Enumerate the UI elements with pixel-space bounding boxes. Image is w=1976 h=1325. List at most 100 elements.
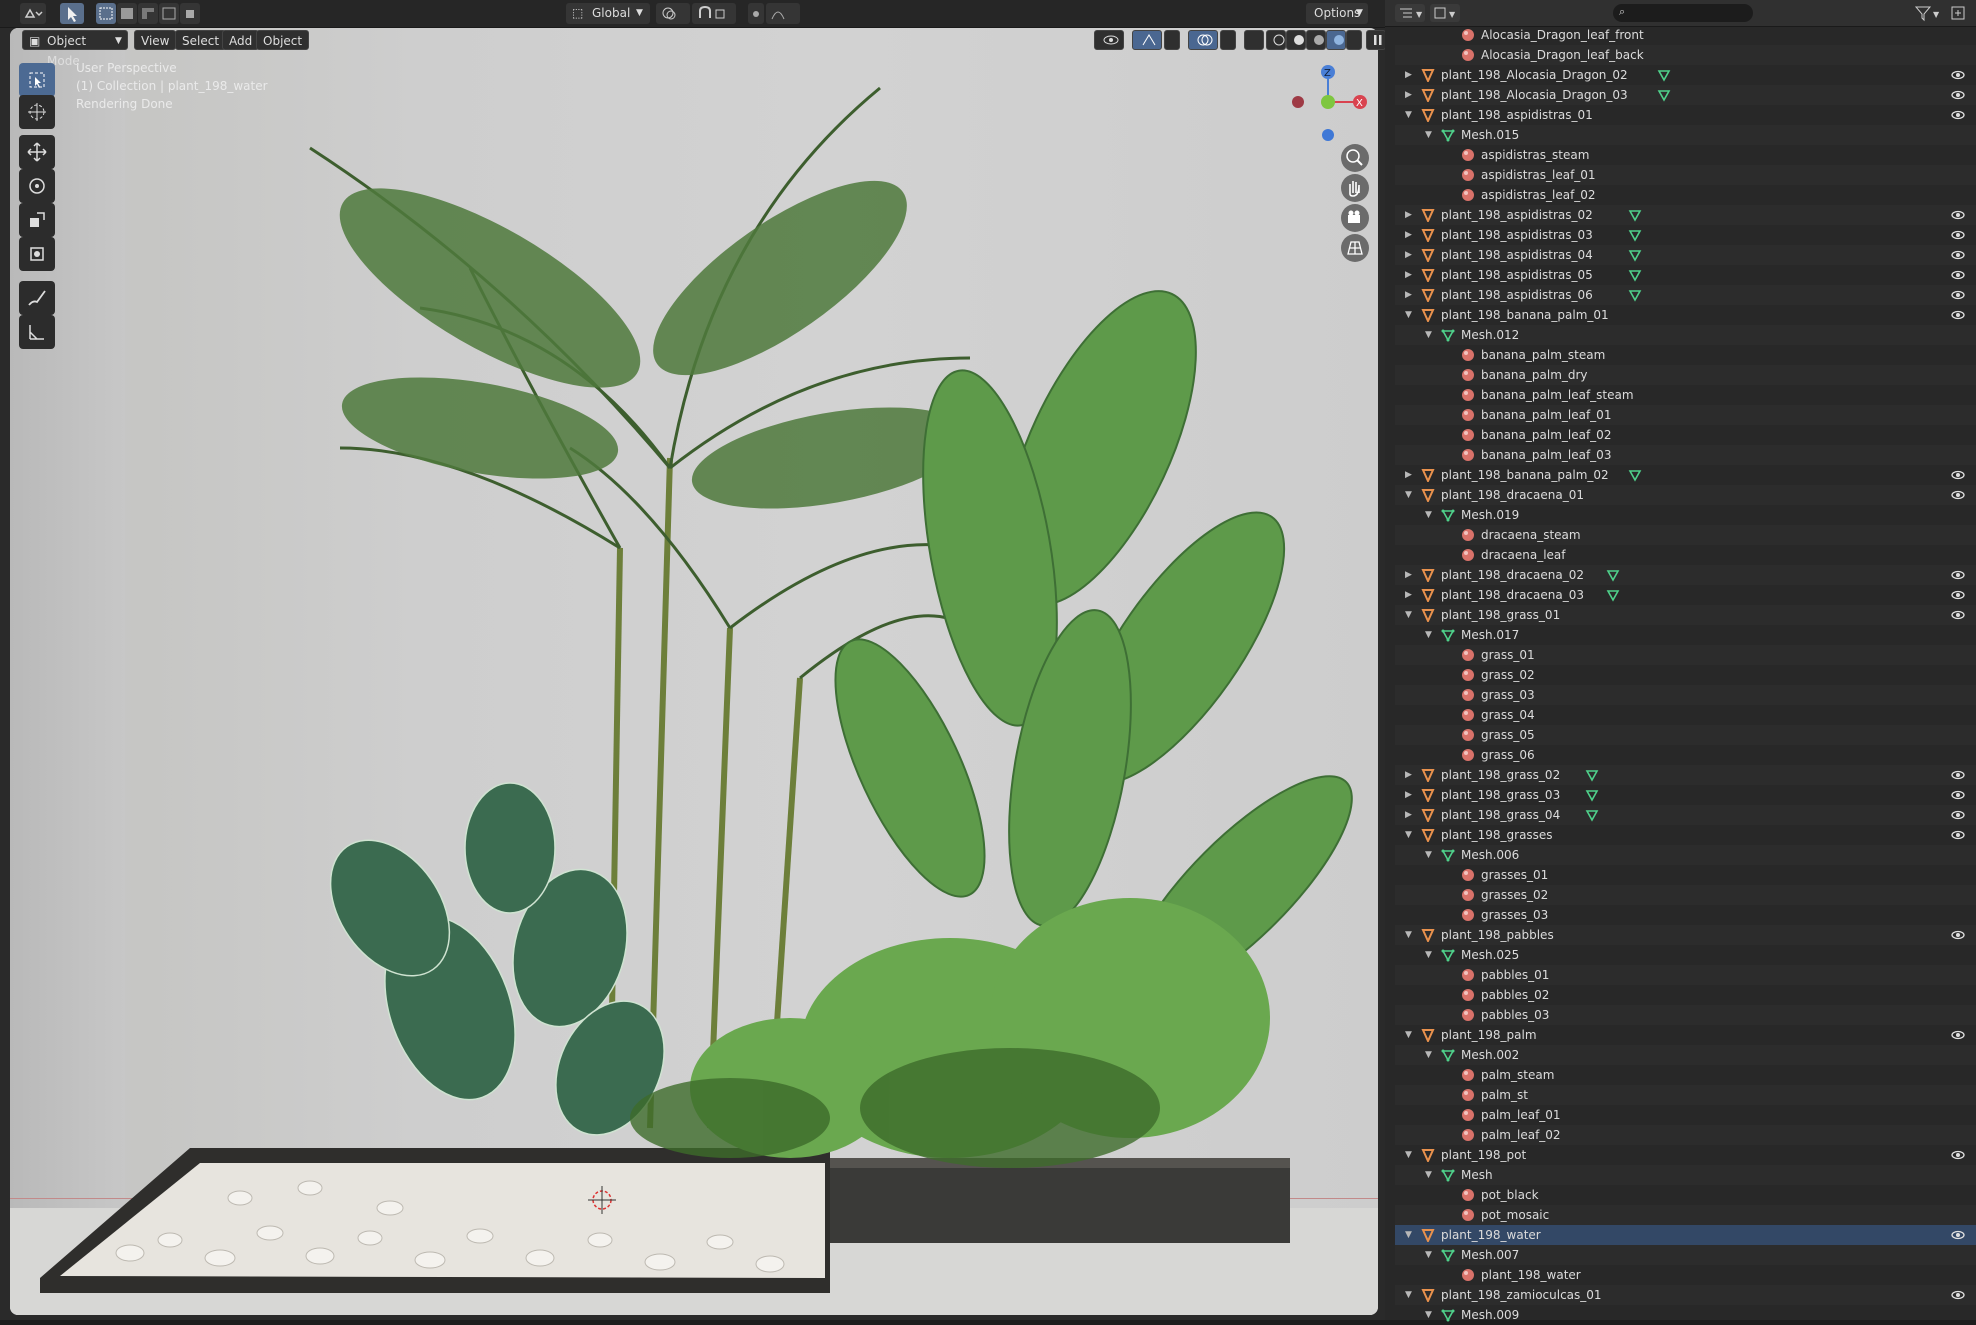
outliner-row-object[interactable]: ▼ plant_198_grasses <box>1395 825 1976 845</box>
eye-icon[interactable] <box>1951 209 1965 221</box>
new-collection-icon[interactable] <box>1949 4 1969 22</box>
outliner-row-object[interactable]: ▼ plant_198_zamioculcas_01 <box>1395 1285 1976 1305</box>
eye-icon[interactable] <box>1951 229 1965 241</box>
outliner-row-object[interactable]: ▶ plant_198_banana_palm_02 <box>1395 465 1976 485</box>
outliner-row-mesh[interactable]: ▼ Mesh.025 <box>1395 945 1976 965</box>
mesh-data-icon[interactable] <box>1606 568 1620 582</box>
shading-solid-icon[interactable] <box>1286 30 1306 50</box>
transform-orientation-dropdown[interactable]: ⬚ Global ▼ <box>566 3 650 24</box>
outliner-row-mesh[interactable]: ▼ Mesh.015 <box>1395 125 1976 145</box>
outliner-row-mesh[interactable]: ▼ Mesh.017 <box>1395 625 1976 645</box>
outliner-row-material[interactable]: plant_198_water <box>1395 1265 1976 1285</box>
eye-icon[interactable] <box>1951 309 1965 321</box>
eye-icon[interactable] <box>1951 789 1965 801</box>
outliner-row-object[interactable]: ▶ plant_198_Alocasia_Dragon_02 <box>1395 65 1976 85</box>
move-icon[interactable] <box>19 135 55 169</box>
outliner-search-input[interactable]: ⌕ <box>1613 4 1753 22</box>
mesh-data-icon[interactable] <box>1628 468 1642 482</box>
eye-icon[interactable] <box>1951 769 1965 781</box>
eye-icon[interactable] <box>1951 69 1965 81</box>
filter-icon[interactable]: ▼ <box>1913 4 1943 22</box>
mesh-data-icon[interactable] <box>1628 288 1642 302</box>
expand-arrow-icon[interactable]: ▶ <box>1405 245 1412 265</box>
collapse-arrow-icon[interactable]: ▼ <box>1405 1145 1412 1165</box>
xray-icon[interactable] <box>1244 30 1264 50</box>
select-intersect-icon[interactable] <box>180 3 200 24</box>
options-dropdown[interactable]: Options ▼ <box>1306 3 1368 24</box>
outliner-row-material[interactable]: grass_01 <box>1395 645 1976 665</box>
gizmo-toggle-icon[interactable] <box>1132 30 1162 50</box>
collapse-arrow-icon[interactable]: ▼ <box>1405 105 1412 125</box>
outliner-row-material[interactable]: banana_palm_leaf_02 <box>1395 425 1976 445</box>
outliner-row-material[interactable]: palm_leaf_02 <box>1395 1125 1976 1145</box>
eye-icon[interactable] <box>1951 289 1965 301</box>
outliner-row-mesh[interactable]: ▼ Mesh.007 <box>1395 1245 1976 1265</box>
outliner-row-material[interactable]: banana_palm_leaf_steam <box>1395 385 1976 405</box>
select-invert-icon[interactable] <box>159 3 179 24</box>
expand-arrow-icon[interactable]: ▶ <box>1405 765 1412 785</box>
outliner-row-material[interactable]: pabbles_01 <box>1395 965 1976 985</box>
eye-icon[interactable] <box>1951 1029 1965 1041</box>
filter-view-icon[interactable]: ▼ <box>1430 4 1460 22</box>
collapse-arrow-icon[interactable]: ▼ <box>1405 605 1412 625</box>
outliner-row-material[interactable]: banana_palm_dry <box>1395 365 1976 385</box>
outliner-row-object[interactable]: ▼ plant_198_dracaena_01 <box>1395 485 1976 505</box>
eye-icon[interactable] <box>1951 609 1965 621</box>
outliner-row-object[interactable]: ▼ plant_198_aspidistras_01 <box>1395 105 1976 125</box>
outliner-row-object[interactable]: ▶ plant_198_dracaena_02 <box>1395 565 1976 585</box>
expand-arrow-icon[interactable]: ▶ <box>1405 285 1412 305</box>
outliner-row-object[interactable]: ▼ plant_198_palm <box>1395 1025 1976 1045</box>
outliner-row-material[interactable]: palm_st <box>1395 1085 1976 1105</box>
mesh-data-icon[interactable] <box>1585 768 1599 782</box>
expand-arrow-icon[interactable]: ▶ <box>1405 65 1412 85</box>
measure-icon[interactable] <box>19 315 55 349</box>
outliner-row-object[interactable]: ▶ plant_198_aspidistras_05 <box>1395 265 1976 285</box>
outliner-row-object[interactable]: ▶ plant_198_aspidistras_02 <box>1395 205 1976 225</box>
outliner-row-object[interactable]: ▼ plant_198_banana_palm_01 <box>1395 305 1976 325</box>
collapse-arrow-icon[interactable]: ▼ <box>1425 625 1432 645</box>
pivot-point-icon[interactable] <box>656 3 690 24</box>
shading-wireframe-icon[interactable] <box>1266 30 1286 50</box>
outliner-row-object[interactable]: ▶ plant_198_aspidistras_06 <box>1395 285 1976 305</box>
annotate-icon[interactable] <box>19 281 55 315</box>
menu-add[interactable]: Add <box>222 30 260 50</box>
outliner-row-material[interactable]: banana_palm_steam <box>1395 345 1976 365</box>
collapse-arrow-icon[interactable]: ▼ <box>1405 1225 1412 1245</box>
outliner-row-material[interactable]: Alocasia_Dragon_leaf_front <box>1395 25 1976 45</box>
expand-arrow-icon[interactable]: ▶ <box>1405 585 1412 605</box>
outliner-row-material[interactable]: grass_02 <box>1395 665 1976 685</box>
collapse-arrow-icon[interactable]: ▼ <box>1425 1165 1432 1185</box>
outliner-row-material[interactable]: dracaena_steam <box>1395 525 1976 545</box>
outliner-row-material[interactable]: grass_05 <box>1395 725 1976 745</box>
outliner-row-object[interactable]: ▼ plant_198_pot <box>1395 1145 1976 1165</box>
outliner-row-material[interactable]: grass_06 <box>1395 745 1976 765</box>
select-new-icon[interactable] <box>96 3 116 24</box>
select-subtract-icon[interactable] <box>138 3 158 24</box>
overlays-toggle-icon[interactable] <box>1188 30 1218 50</box>
mesh-data-icon[interactable] <box>1628 208 1642 222</box>
outliner-row-material[interactable]: aspidistras_steam <box>1395 145 1976 165</box>
mesh-data-icon[interactable] <box>1606 588 1620 602</box>
collapse-arrow-icon[interactable]: ▼ <box>1405 1285 1412 1305</box>
outliner-row-material[interactable]: palm_leaf_01 <box>1395 1105 1976 1125</box>
mode-dropdown[interactable]: ▣ Object Mode ▼ <box>22 30 128 68</box>
pause-render-icon[interactable] <box>1366 30 1386 50</box>
expand-arrow-icon[interactable]: ▶ <box>1405 205 1412 225</box>
outliner-row-mesh[interactable]: ▼ Mesh <box>1395 1165 1976 1185</box>
zoom-icon[interactable] <box>1341 144 1369 172</box>
outliner-row-object[interactable]: ▶ plant_198_Alocasia_Dragon_03 <box>1395 85 1976 105</box>
outliner-row-material[interactable]: grass_03 <box>1395 685 1976 705</box>
visibility-icon[interactable] <box>1094 30 1124 50</box>
outliner-row-mesh[interactable]: ▼ Mesh.009 <box>1395 1305 1976 1325</box>
outliner-row-material[interactable]: pot_mosaic <box>1395 1205 1976 1225</box>
navigation-gizmo[interactable]: Z X <box>1284 58 1380 146</box>
eye-icon[interactable] <box>1951 1229 1965 1241</box>
display-mode-icon[interactable]: ▼ <box>1395 4 1425 22</box>
mesh-data-icon[interactable] <box>1585 788 1599 802</box>
outliner-row-object[interactable]: ▶ plant_198_aspidistras_04 <box>1395 245 1976 265</box>
collapse-arrow-icon[interactable]: ▼ <box>1405 1025 1412 1045</box>
camera-view-icon[interactable] <box>1341 204 1369 232</box>
select-box-icon[interactable] <box>19 63 55 97</box>
outliner-row-material[interactable]: Alocasia_Dragon_leaf_back <box>1395 45 1976 65</box>
outliner-row-object[interactable]: ▼ plant_198_grass_01 <box>1395 605 1976 625</box>
